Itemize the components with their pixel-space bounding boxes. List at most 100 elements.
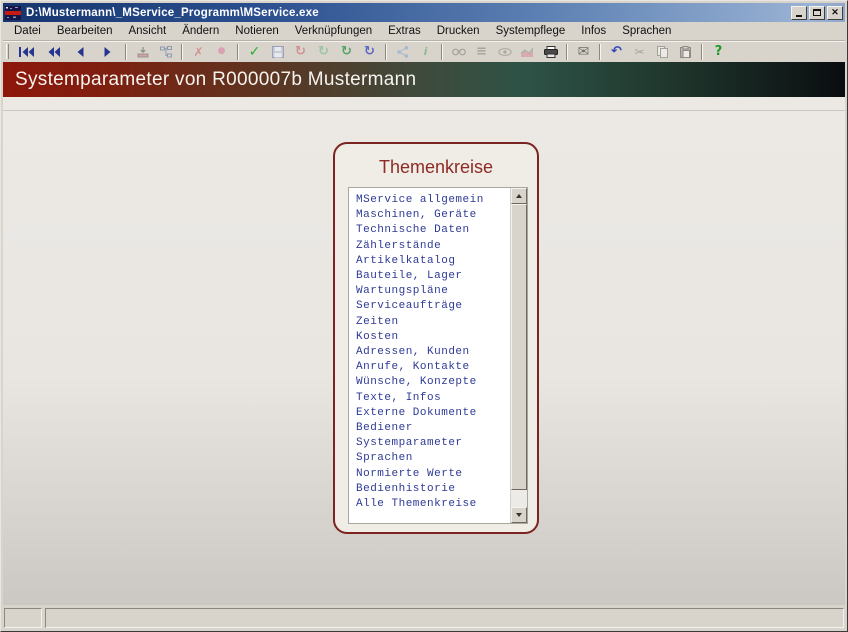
- chart-button[interactable]: [516, 43, 539, 61]
- delete-button[interactable]: ✗: [187, 43, 210, 61]
- copy-button[interactable]: [651, 43, 674, 61]
- list-item[interactable]: Bauteile, Lager: [356, 269, 510, 284]
- toolbar-separator: [385, 44, 387, 60]
- list-item[interactable]: Wartungspläne: [356, 284, 510, 299]
- toolbar-separator: [566, 44, 568, 60]
- nav-next-button[interactable]: [94, 43, 121, 61]
- close-icon: ✕: [831, 8, 839, 17]
- list-item[interactable]: Serviceaufträge: [356, 299, 510, 314]
- toolbar-separator: [125, 44, 127, 60]
- list-item[interactable]: Externe Dokumente: [356, 406, 510, 421]
- menu-item[interactable]: Ändern: [174, 23, 227, 39]
- previous-icon: [77, 47, 84, 57]
- scroll-down-button[interactable]: [511, 507, 527, 523]
- refresh-green-button[interactable]: ↻: [335, 43, 358, 61]
- mail-icon: ✉: [578, 45, 590, 59]
- menu-bar: DateiBearbeitenAnsichtÄndernNotierenVerk…: [3, 22, 845, 41]
- nav-first-button[interactable]: [13, 43, 40, 61]
- list-view-button[interactable]: ≡: [470, 43, 493, 61]
- toolbar-grip[interactable]: [6, 44, 9, 59]
- nav-rewind-button[interactable]: [40, 43, 67, 61]
- scrollbar-track[interactable]: [511, 204, 527, 507]
- toolbar-separator: [701, 44, 703, 60]
- themenkreise-panel: Themenkreise MService allgemeinMaschinen…: [333, 142, 539, 534]
- list-item[interactable]: MService allgemein: [356, 193, 510, 208]
- list-item[interactable]: Alle Themenkreise: [356, 497, 510, 512]
- list-item[interactable]: Adressen, Kunden: [356, 345, 510, 360]
- paste-icon: [680, 46, 691, 58]
- list-item[interactable]: Zeiten: [356, 315, 510, 330]
- import-icon: [137, 46, 149, 58]
- search-button[interactable]: [447, 43, 470, 61]
- undo-button[interactable]: ↶: [605, 43, 628, 61]
- maximize-icon: [813, 9, 821, 16]
- mark-button[interactable]: ●: [210, 43, 233, 61]
- import-button[interactable]: [131, 43, 154, 61]
- list-item[interactable]: Bediener: [356, 421, 510, 436]
- scrollbar[interactable]: [510, 188, 527, 523]
- save-button[interactable]: [266, 43, 289, 61]
- menu-item[interactable]: Drucken: [429, 23, 488, 39]
- list-item[interactable]: Sprachen: [356, 451, 510, 466]
- share-button[interactable]: [391, 43, 414, 61]
- menu-item[interactable]: Verknüpfungen: [287, 23, 380, 39]
- marker-icon: ●: [218, 47, 226, 56]
- close-button[interactable]: ✕: [827, 6, 843, 20]
- minimize-icon: [796, 15, 802, 17]
- arrow-up-icon: [516, 194, 522, 198]
- list-item[interactable]: Bedienhistorie: [356, 482, 510, 497]
- refresh-lightgreen-button[interactable]: ↻: [312, 43, 335, 61]
- info-icon: i: [424, 46, 428, 57]
- first-record-icon: [19, 47, 34, 57]
- minimize-button[interactable]: [791, 6, 807, 20]
- binoculars-icon: [452, 48, 466, 56]
- list-item[interactable]: Maschinen, Geräte: [356, 208, 510, 223]
- maximize-button[interactable]: [809, 6, 825, 20]
- check-icon: ✓: [249, 45, 261, 59]
- arrow-down-icon: [516, 513, 522, 517]
- page-title: Systemparameter von R000007b Mustermann: [15, 69, 416, 91]
- share-icon: [397, 46, 409, 58]
- list-item[interactable]: Normierte Werte: [356, 467, 510, 482]
- list-item[interactable]: Zählerstände: [356, 239, 510, 254]
- list-item[interactable]: Technische Daten: [356, 223, 510, 238]
- menu-item[interactable]: Notieren: [227, 23, 286, 39]
- menu-item[interactable]: Datei: [6, 23, 49, 39]
- list-item[interactable]: Kosten: [356, 330, 510, 345]
- help-button[interactable]: ?: [707, 43, 730, 61]
- scissors-icon: ✂: [634, 46, 644, 58]
- status-cell-main: [45, 608, 844, 628]
- title-bar[interactable]: D:\Mustermann\_MService_Programm\MServic…: [3, 3, 845, 22]
- refresh-icon: ↻: [364, 45, 375, 58]
- menu-item[interactable]: Sprachen: [614, 23, 679, 39]
- menu-item[interactable]: Extras: [380, 23, 429, 39]
- list-item[interactable]: Anrufe, Kontakte: [356, 360, 510, 375]
- toolbar-separator: [441, 44, 443, 60]
- menu-item[interactable]: Systempflege: [488, 23, 574, 39]
- refresh-blue-button[interactable]: ↻: [358, 43, 381, 61]
- list-item[interactable]: Texte, Infos: [356, 391, 510, 406]
- preview-button[interactable]: [493, 43, 516, 61]
- info-button[interactable]: i: [414, 43, 437, 61]
- confirm-button[interactable]: ✓: [243, 43, 266, 61]
- toolbar: ✗ ● ✓ ↻ ↻ ↻ ↻ i ≡ ✉ ↶ ✂: [3, 41, 845, 62]
- menu-item[interactable]: Bearbeiten: [49, 23, 121, 39]
- menu-item[interactable]: Ansicht: [120, 23, 174, 39]
- list-icon: ≡: [476, 45, 487, 58]
- chart-icon: [521, 47, 534, 57]
- list-item[interactable]: Artikelkatalog: [356, 254, 510, 269]
- print-button[interactable]: [539, 43, 562, 61]
- refresh-red-button[interactable]: ↻: [289, 43, 312, 61]
- cut-button[interactable]: ✂: [628, 43, 651, 61]
- scrollbar-thumb[interactable]: [511, 204, 527, 490]
- list-item[interactable]: Wünsche, Konzepte: [356, 375, 510, 390]
- eye-icon: [498, 48, 512, 56]
- tree-view-button[interactable]: [154, 43, 177, 61]
- scroll-up-button[interactable]: [511, 188, 527, 204]
- menu-item[interactable]: Infos: [573, 23, 614, 39]
- mail-button[interactable]: ✉: [572, 43, 595, 61]
- list-item[interactable]: Systemparameter: [356, 436, 510, 451]
- paste-button[interactable]: [674, 43, 697, 61]
- save-icon: [272, 46, 284, 58]
- nav-previous-button[interactable]: [67, 43, 94, 61]
